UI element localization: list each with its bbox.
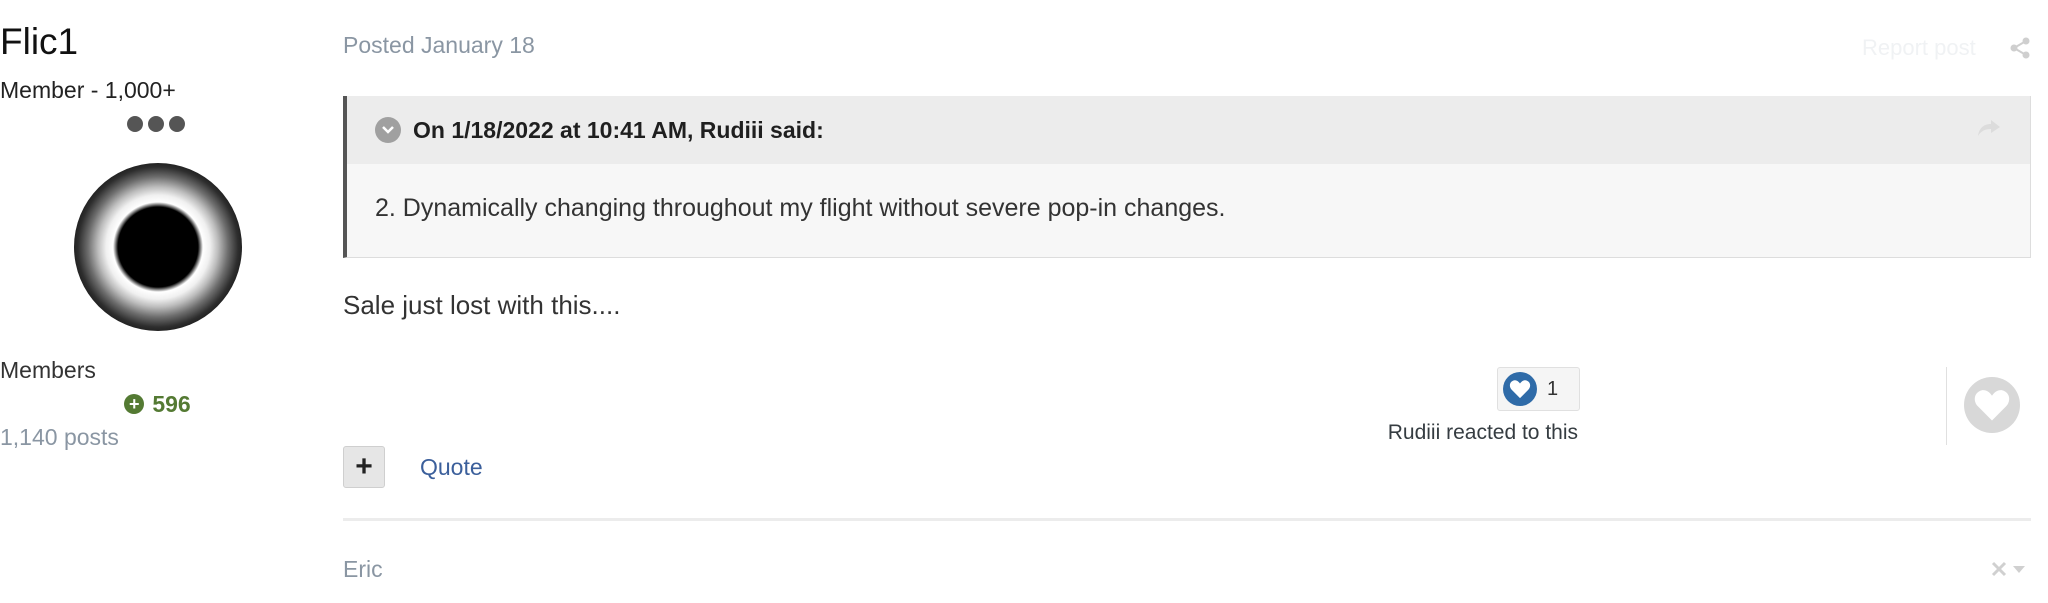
author-post-count: 1,140 posts — [0, 424, 119, 450]
close-icon[interactable] — [1990, 560, 2008, 578]
heart-icon — [1503, 372, 1537, 406]
reputation-count: 596 — [152, 391, 191, 417]
plus-circle-icon: + — [124, 394, 145, 414]
quote-citation: On 1/18/2022 at 10:41 AM, Rudiii said: — [413, 116, 824, 143]
next-post-author[interactable]: Eric — [343, 556, 383, 583]
multiquote-button[interactable]: + — [343, 446, 385, 488]
rank-pip — [127, 116, 143, 132]
heart-outline-icon — [1974, 390, 2010, 421]
author-name[interactable]: Flic1 — [0, 20, 315, 64]
rank-pip — [148, 116, 164, 132]
reaction-count: 1 — [1547, 377, 1559, 400]
post-content: Sale just lost with this.... — [343, 290, 621, 320]
react-button[interactable] — [1964, 377, 2020, 433]
divider — [1946, 367, 1947, 445]
rank-pips — [127, 116, 185, 132]
reply-arrow-icon[interactable] — [1976, 116, 2002, 142]
avatar[interactable] — [74, 163, 242, 331]
reputation-badge: + 596 — [0, 390, 315, 418]
caret-down-icon[interactable] — [2012, 564, 2026, 574]
reaction-like-pill[interactable]: 1 — [1497, 367, 1580, 411]
share-icon[interactable] — [2008, 36, 2032, 60]
author-member-title: Member - 1,000+ — [0, 77, 176, 103]
post-separator — [343, 518, 2031, 521]
next-post-controls — [1990, 560, 2026, 578]
quote-button[interactable]: Quote — [420, 454, 483, 481]
quote-block: On 1/18/2022 at 10:41 AM, Rudiii said: 2… — [343, 96, 2031, 258]
quote-header[interactable]: On 1/18/2022 at 10:41 AM, Rudiii said: — [347, 96, 2030, 164]
report-post-link[interactable]: Report post — [1862, 35, 1976, 61]
post-date[interactable]: Posted January 18 — [343, 32, 535, 59]
reactions-summary: 1 Rudiii reacted to this — [1388, 367, 1703, 447]
reaction-summary-text[interactable]: Rudiii reacted to this — [1273, 421, 1578, 445]
rank-pip — [169, 116, 185, 132]
author-group: Members — [0, 357, 96, 383]
chevron-down-icon[interactable] — [375, 117, 401, 143]
quote-text: 2. Dynamically changing throughout my fl… — [375, 194, 1226, 222]
